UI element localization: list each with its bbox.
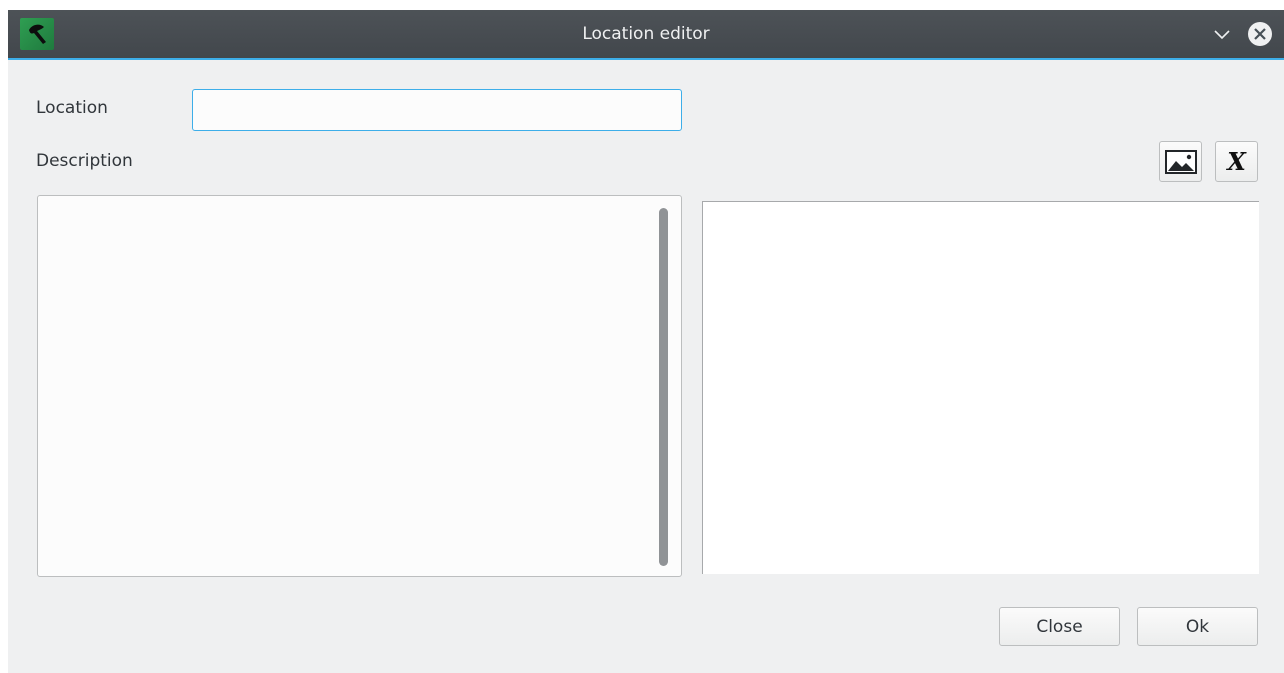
close-icon[interactable] (1246, 20, 1274, 48)
close-button[interactable]: Close (999, 607, 1120, 646)
title-bar[interactable]: Location editor (8, 10, 1284, 60)
image-icon (1165, 150, 1197, 174)
clear-formatting-button[interactable]: X (1215, 141, 1258, 182)
insert-image-button[interactable] (1159, 141, 1202, 182)
location-input[interactable] (192, 89, 682, 131)
location-label: Location (36, 98, 108, 118)
preview-pane (702, 201, 1259, 574)
location-editor-window: Location editor Location Description X C… (8, 10, 1284, 673)
chevron-down-icon[interactable] (1210, 22, 1234, 46)
window-title: Location editor (582, 24, 710, 44)
description-label: Description (36, 151, 133, 171)
scrollbar-handle[interactable] (659, 208, 668, 566)
clear-formatting-label: X (1227, 147, 1246, 176)
ok-button[interactable]: Ok (1137, 607, 1258, 646)
description-textarea[interactable] (37, 195, 682, 577)
